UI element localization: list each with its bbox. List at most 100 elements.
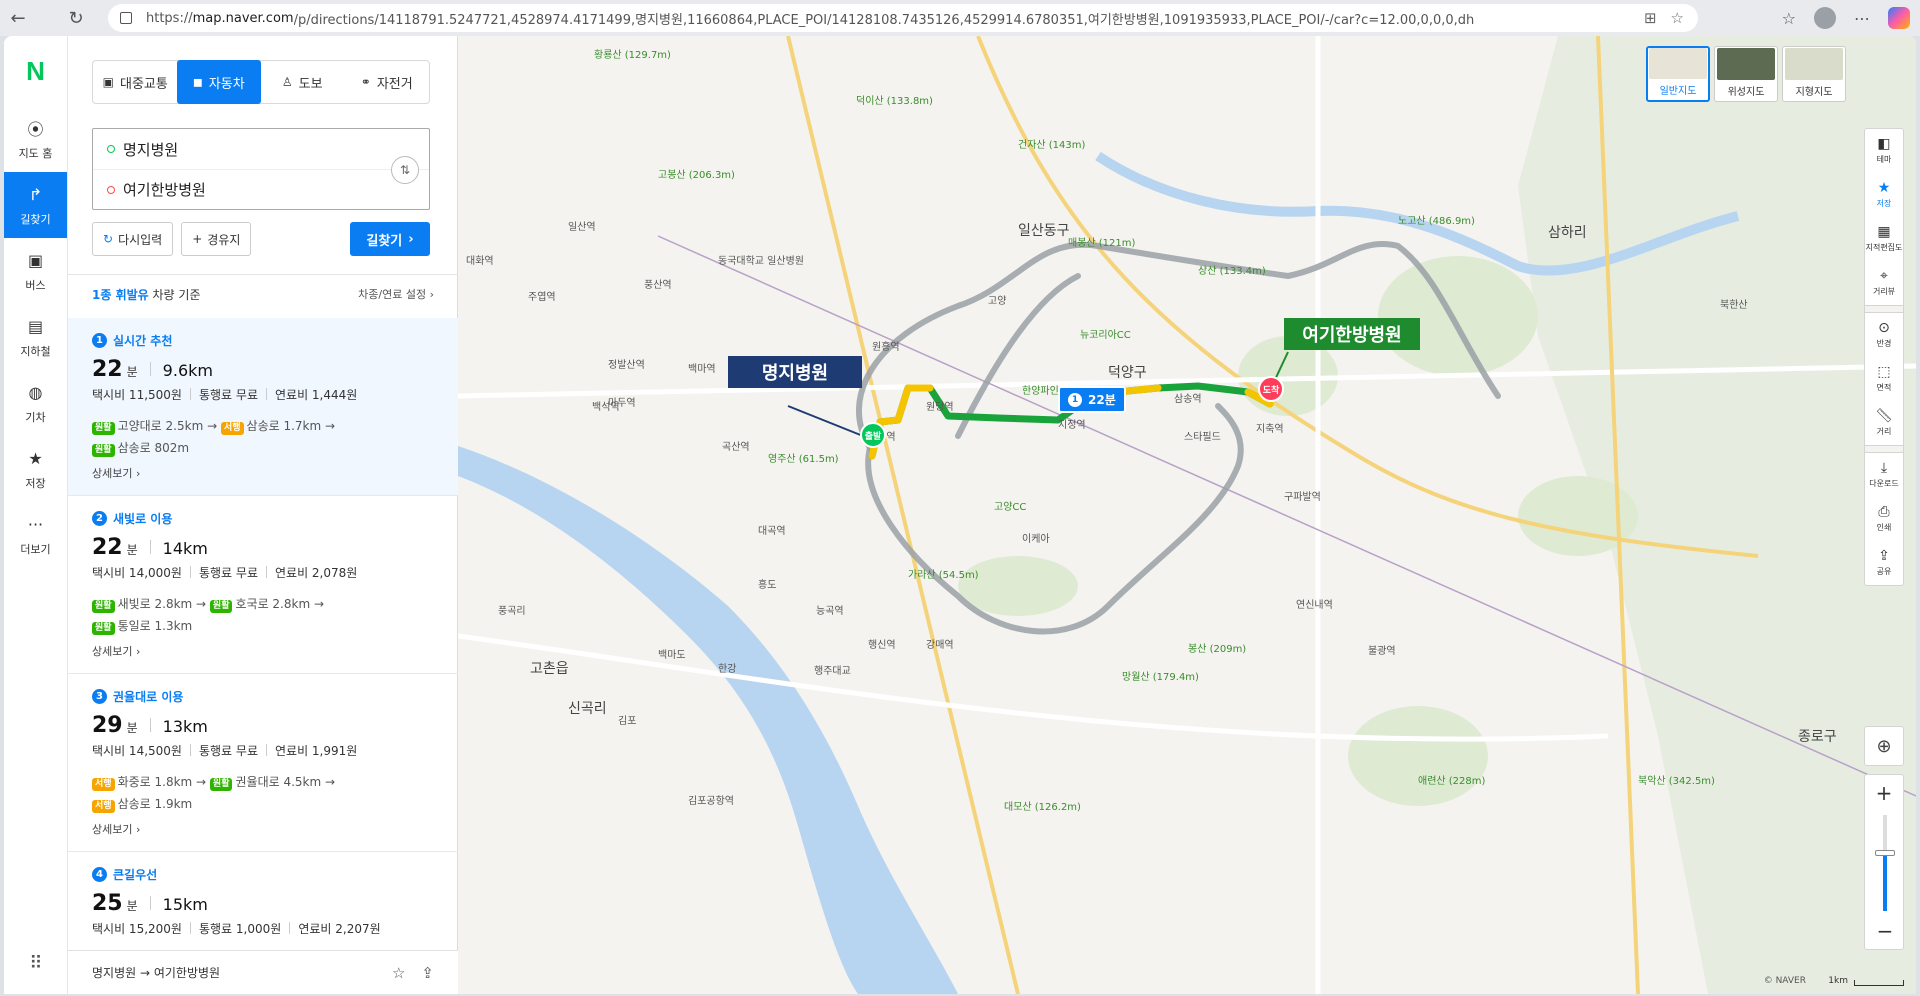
route-minutes: 29 [92, 713, 123, 738]
station-label: 구파발역 [1284, 492, 1321, 503]
favorites-icon[interactable]: ☆ [1782, 9, 1796, 28]
zoom-in-button[interactable]: + [1865, 775, 1903, 811]
swap-icon[interactable]: ⇅ [391, 156, 419, 184]
place-label: 행주대교 [814, 666, 851, 677]
map-type-satellite[interactable]: 위성지도 [1714, 46, 1778, 102]
add-waypoint-button[interactable]: + 경유지 [181, 222, 252, 256]
chevron-right-icon: › [408, 231, 414, 247]
travel-mode-tabs: ▣ 대중교통 ◼ 자동차 ♙ 도보 ⚭ 자전거 [92, 60, 430, 104]
zoom-out-button[interactable]: − [1865, 913, 1905, 949]
setting-label: 차종/연료 설정 [358, 288, 427, 301]
route-time-badge[interactable]: 1 22분 [1058, 386, 1126, 413]
reload-icon[interactable]: ↻ [58, 0, 94, 36]
map-canvas[interactable]: 일산동구 덕양구 삼하리 고촌읍 신곡리 종로구 흥도 백마도 한강 풍곡리 일… [458, 36, 1916, 994]
route-option[interactable]: 3 권율대로 이용 29 분 13km 택시비 14,500원 통행료 무료 연… [68, 674, 458, 852]
zoom-slider-handle[interactable] [1875, 850, 1895, 857]
route-summary: 22 분 14km [92, 535, 434, 560]
rail-item-saved[interactable]: ★ 저장 [4, 436, 67, 502]
rail-item-subway[interactable]: ▤ 지하철 [4, 304, 67, 370]
district-label: 덕양구 [1108, 365, 1147, 381]
star-icon: ★ [28, 448, 43, 468]
end-pin[interactable]: 도착 [1258, 376, 1284, 402]
tab-walk[interactable]: ♙ 도보 [260, 61, 345, 103]
tab-transit[interactable]: ▣ 대중교통 [93, 61, 178, 103]
address-bar[interactable]: https://map.naver.com/p/directions/14118… [108, 4, 1698, 32]
tool-cadastral[interactable]: ▦ 지적편집도 [1865, 217, 1903, 261]
find-route-button[interactable]: 길찾기 › [350, 222, 430, 256]
route-title: 큰길우선 [113, 868, 158, 882]
ruler-icon: 📏︎ [1875, 408, 1893, 424]
star-icon[interactable]: ☆ [392, 964, 405, 982]
map-type-label: 일반지도 [1659, 86, 1697, 97]
tool-street-view[interactable]: ⌖ 거리뷰 [1865, 261, 1903, 305]
station-label: 김포공항역 [688, 796, 734, 807]
url-prefix: https:// [146, 10, 193, 26]
split-view-icon[interactable]: ⊞ [1644, 9, 1657, 27]
vehicle-settings-link[interactable]: 차종/연료 설정 › [358, 286, 434, 306]
rail-item-bus[interactable]: ▣ 버스 [4, 238, 67, 304]
rail-item-map-home[interactable]: ⦿ 지도 홈 [4, 106, 67, 172]
tool-label: 면적 [1876, 383, 1892, 392]
apps-grid-icon[interactable]: ⠿ [4, 953, 68, 974]
tool-label: 다운로드 [1869, 479, 1899, 488]
route-detail-link[interactable]: 상세보기 › [92, 465, 434, 481]
tool-distance[interactable]: 📏︎ 거리 [1865, 401, 1903, 445]
tab-car[interactable]: ◼ 자동차 [176, 60, 261, 104]
tool-saved[interactable]: ★ 저장 [1865, 173, 1903, 217]
route-number: 4 [92, 867, 107, 882]
menu-dots-icon[interactable]: ⋯ [1854, 9, 1870, 28]
tool-share[interactable]: ⇪ 공유 [1865, 541, 1903, 585]
route-detail-link[interactable]: 상세보기 › [92, 643, 434, 659]
destination-input[interactable]: 여기한방병원 [93, 169, 429, 209]
route-number: 3 [92, 689, 107, 704]
tool-radius[interactable]: ⊙ 반경 [1865, 313, 1903, 357]
traffic-tag: 원활 [92, 600, 115, 613]
rail-item-label: 더보기 [20, 543, 51, 556]
route-detail-link[interactable]: 상세보기 › [92, 821, 434, 837]
tool-theme[interactable]: ◧ 테마 [1865, 129, 1903, 173]
back-icon[interactable]: ← [0, 0, 36, 36]
reset-button[interactable]: ↻ 다시입력 [92, 222, 174, 256]
site-info-icon[interactable] [120, 12, 132, 24]
route-option[interactable]: 1 실시간 추천 22 분 9.6km 택시비 11,500원 통행료 무료 연… [68, 318, 458, 496]
rail-item-directions[interactable]: ↱ 길찾기 [4, 172, 67, 238]
road-segments: 서행 화중로 1.8km → 원활 권율대로 4.5km → 서행 삼송로 1.9km [92, 771, 434, 815]
tool-print[interactable]: ⎙ 인쇄 [1865, 497, 1903, 541]
callout-pointer [787, 405, 864, 437]
map-thumbnail [1649, 48, 1707, 79]
map-type-switcher: 일반지도 위성지도 지형지도 [1646, 46, 1846, 102]
tab-bike[interactable]: ⚭ 자전거 [345, 61, 430, 103]
tool-area[interactable]: ⬚ 면적 [1865, 357, 1903, 401]
district-label: 일산동구 [1018, 223, 1070, 239]
station-label: 행신역 [868, 640, 896, 651]
divider [68, 274, 458, 275]
url-path: /p/directions/14118791.5247721,4528974.4… [293, 12, 1475, 28]
rail-item-label: 기차 [25, 411, 46, 424]
copilot-icon[interactable] [1888, 7, 1910, 29]
start-pin[interactable]: 출발 [860, 422, 886, 448]
left-rail: N ⦿ 지도 홈 ↱ 길찾기 ▣ 버스 ▤ 지하철 ◍ 기차 ★ 저장 ··· … [4, 36, 68, 994]
bookmark-star-icon[interactable]: ☆ [1671, 9, 1684, 27]
route-minutes-unit: 분 [126, 365, 138, 379]
map-type-terrain[interactable]: 지형지도 [1782, 46, 1846, 102]
rail-item-train[interactable]: ◍ 기차 [4, 370, 67, 436]
naver-logo[interactable]: N [4, 36, 67, 106]
share-icon[interactable]: ⇪ [421, 964, 434, 982]
my-location-button[interactable]: ⊕ [1864, 726, 1904, 766]
district-label: 종로구 [1798, 729, 1837, 745]
map-type-normal[interactable]: 일반지도 [1646, 46, 1710, 102]
route-option[interactable]: 2 새빛로 이용 22 분 14km 택시비 14,000원 통행료 무료 연료… [68, 496, 458, 674]
copyright-text: © NAVER [1763, 976, 1806, 986]
rail-item-more[interactable]: ··· 더보기 [4, 502, 67, 568]
origin-dot-icon [107, 145, 115, 153]
rail-item-label: 지도 홈 [18, 147, 53, 160]
separator [149, 362, 151, 376]
profile-avatar[interactable] [1814, 7, 1836, 29]
tool-download[interactable]: ⤓ 다운로드 [1865, 453, 1903, 497]
mountain-label: 대모산 (126.2m) [1004, 802, 1081, 813]
route-number: 2 [92, 511, 107, 526]
star-icon: ★ [1877, 180, 1891, 196]
route-list: 1 실시간 추천 22 분 9.6km 택시비 11,500원 통행료 무료 연… [68, 318, 458, 994]
mountain-label: 매봉산 (121m) [1068, 238, 1136, 249]
origin-input[interactable]: 명지병원 [93, 129, 429, 169]
